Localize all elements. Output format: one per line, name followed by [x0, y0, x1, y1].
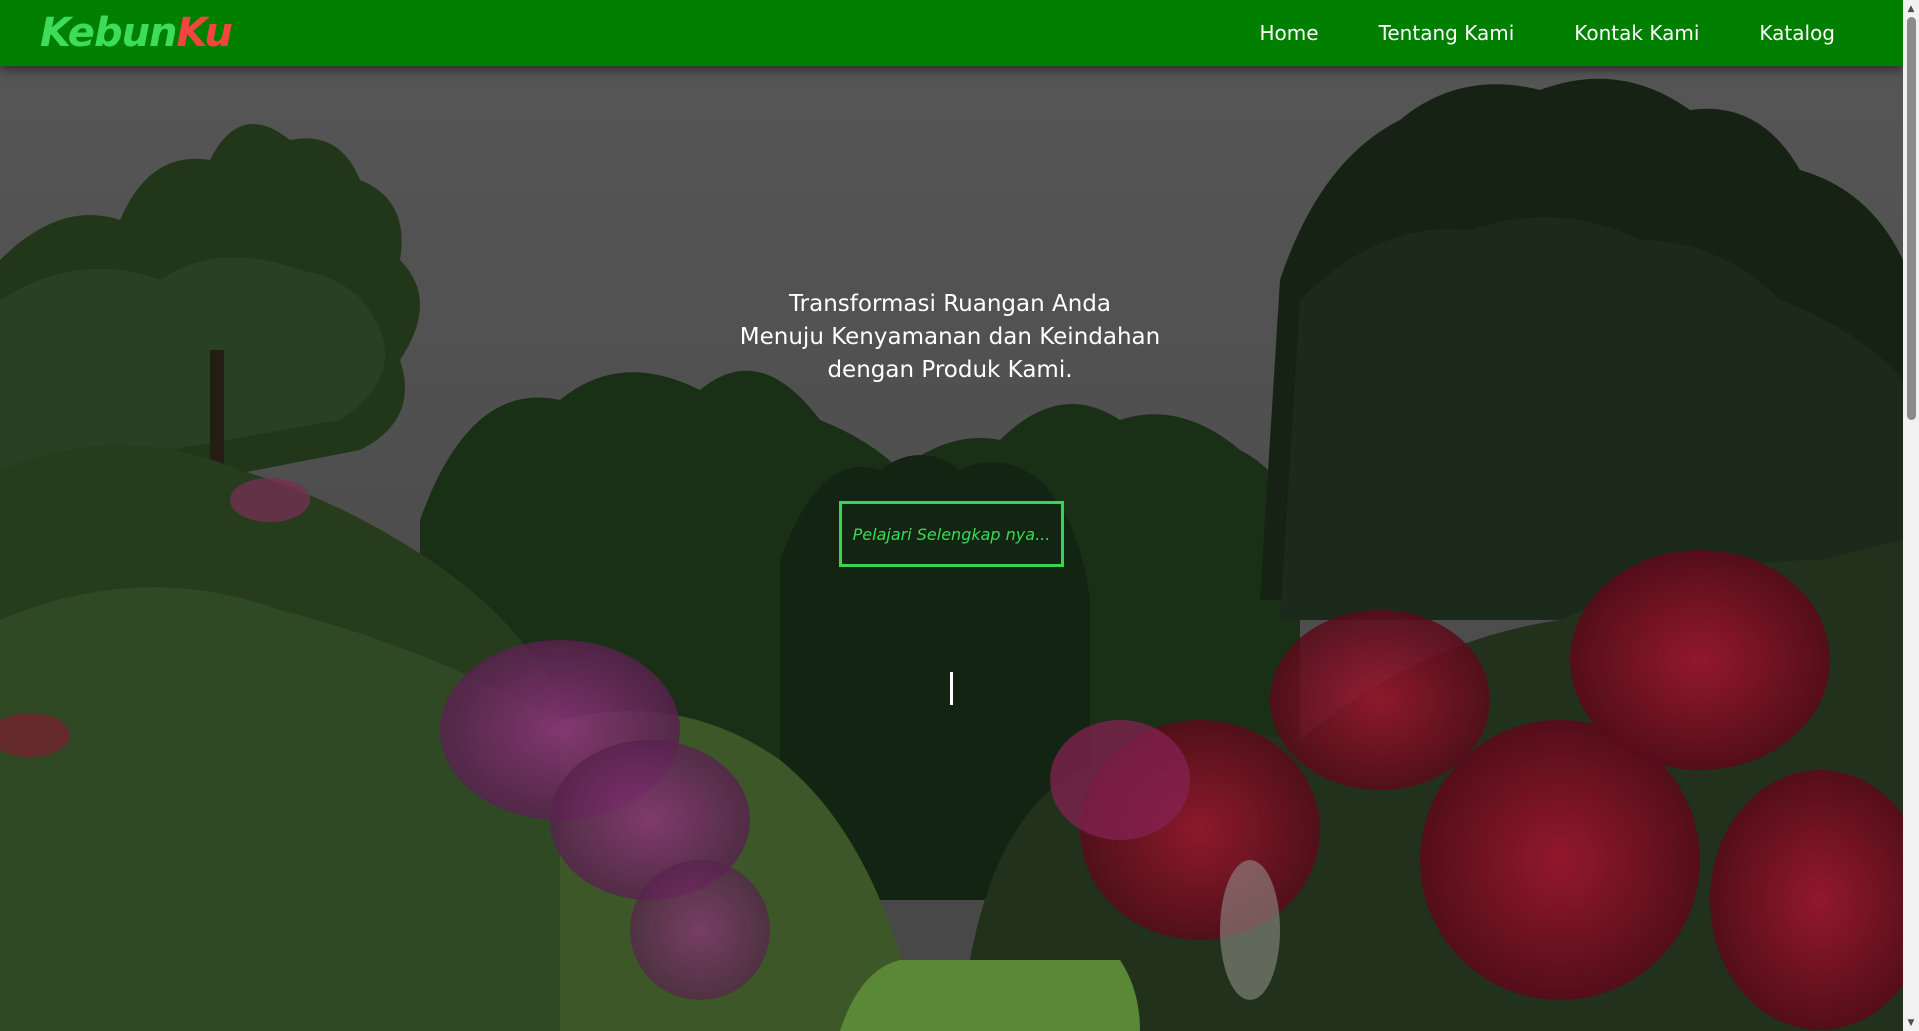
landing-page: KebunKu Home Tentang Kami Kontak Kami Ka… — [0, 0, 1919, 1031]
learn-more-button[interactable]: Pelajari Selengkap nya... — [839, 501, 1064, 567]
hero-headline-line-1: Transformasi Ruangan Anda — [789, 291, 1111, 317]
main-nav: Home Tentang Kami Kontak Kami Katalog — [1260, 0, 1836, 66]
brand-logo-part1: Kebun — [40, 10, 178, 56]
brand-logo-part2: Ku — [176, 10, 233, 56]
nav-link-kontak-kami[interactable]: Kontak Kami — [1574, 21, 1699, 45]
nav-link-home[interactable]: Home — [1260, 21, 1319, 45]
vertical-scrollbar[interactable]: ▲ ▼ — [1903, 0, 1919, 1031]
arrow-down-icon[interactable]: ▼ — [1903, 1014, 1919, 1031]
brand-logo[interactable]: KebunKu — [40, 9, 233, 57]
nav-link-tentang-kami[interactable]: Tentang Kami — [1379, 21, 1515, 45]
hero-headline-line-3: dengan Produk Kami. — [827, 357, 1073, 383]
hero-headline-line-2: Menuju Kenyamanan dan Keindahan — [739, 324, 1161, 350]
text-caret — [950, 672, 953, 705]
hero-headline: Transformasi Ruangan Anda Menuju Kenyama… — [650, 288, 1250, 387]
navbar: KebunKu Home Tentang Kami Kontak Kami Ka… — [0, 0, 1903, 66]
nav-link-katalog[interactable]: Katalog — [1759, 21, 1835, 45]
scrollbar-thumb[interactable] — [1907, 17, 1916, 420]
arrow-up-icon[interactable]: ▲ — [1903, 0, 1919, 17]
